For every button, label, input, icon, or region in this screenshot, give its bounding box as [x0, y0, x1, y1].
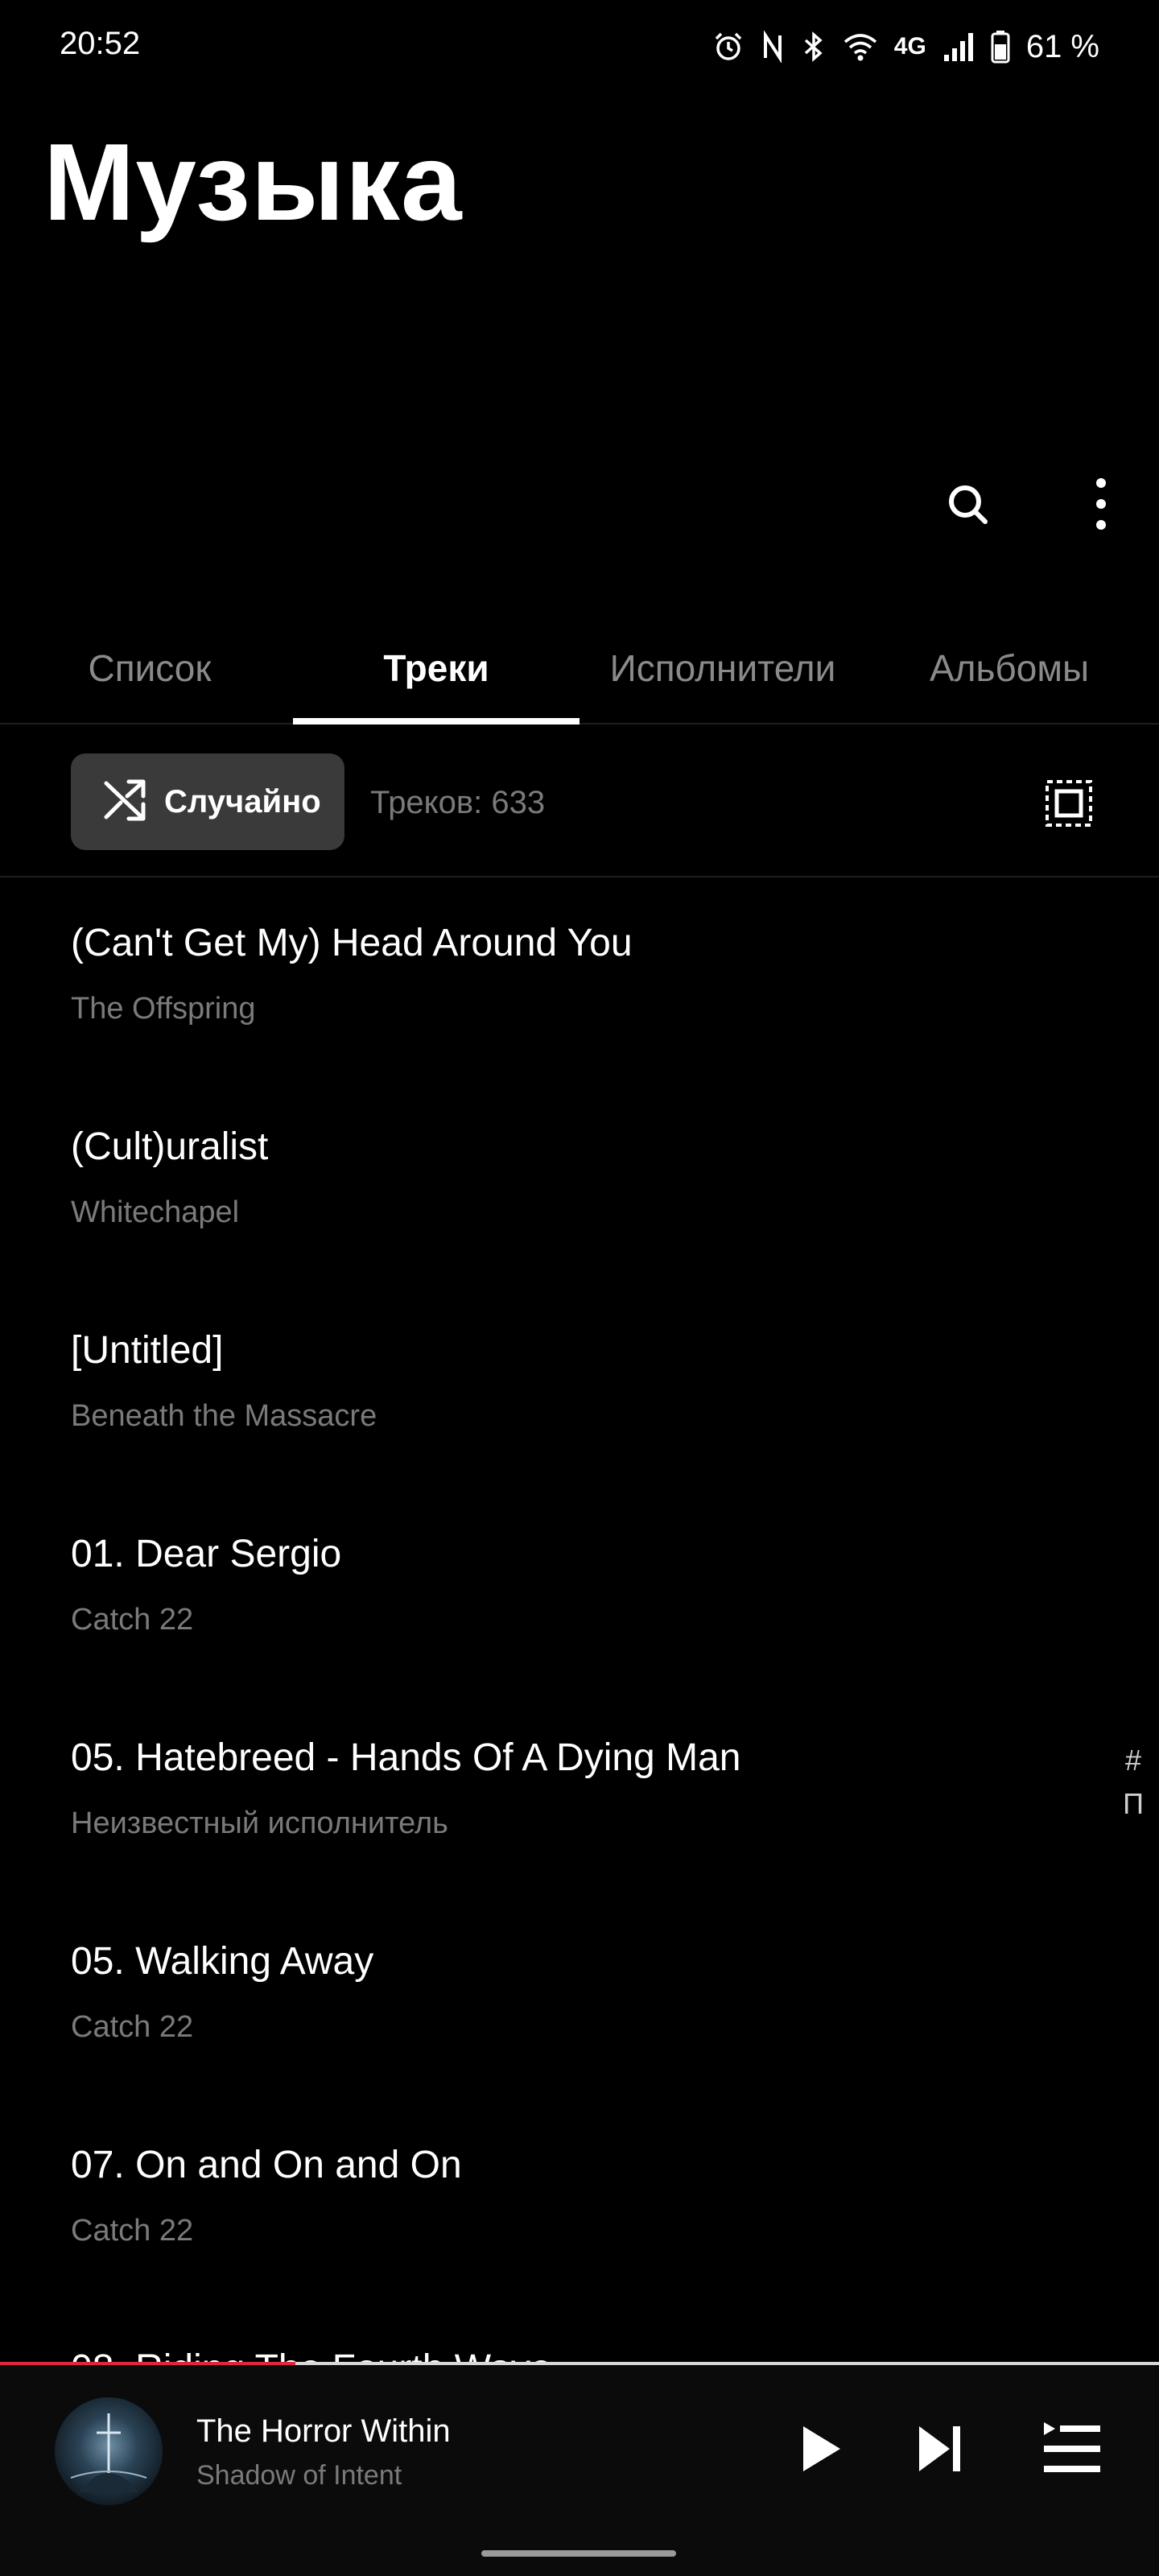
track-title: 05. Hatebreed - Hands Of A Dying Man — [71, 1736, 741, 1779]
queue-button[interactable] — [1032, 2410, 1112, 2491]
skip-next-icon — [916, 2423, 964, 2479]
header-actions — [837, 467, 1159, 544]
select-mode-button[interactable] — [1030, 766, 1107, 844]
status-time: 20:52 — [60, 26, 141, 61]
tab-bar: Список Треки Исполнители Альбомы — [0, 612, 1159, 724]
tab-albums[interactable]: Альбомы — [866, 612, 1153, 724]
track-list: (Can't Get My) Head Around You The Offsp… — [0, 879, 1159, 2362]
network-type: 4G — [893, 33, 926, 60]
skip-next-button[interactable] — [900, 2410, 980, 2491]
track-artist: Catch 22 — [71, 1603, 194, 1637]
alarm-icon — [712, 31, 744, 63]
track-count: Треков: 633 — [370, 785, 546, 820]
track-title: (Cult)uralist — [71, 1125, 269, 1168]
track-artist: Catch 22 — [71, 2010, 194, 2044]
more-options-button[interactable] — [1062, 467, 1140, 544]
track-row[interactable]: [Untitled] Beneath the Massacre — [0, 1286, 1095, 1490]
wifi-icon — [843, 31, 878, 63]
track-row[interactable]: (Cult)uralist Whitechapel — [0, 1083, 1095, 1286]
track-title: (Can't Get My) Head Around You — [71, 922, 633, 964]
now-playing-artist: Shadow of Intent — [196, 2460, 402, 2491]
track-row[interactable]: 05. Walking Away Catch 22 — [0, 1897, 1095, 2101]
page-title: Музыка — [43, 121, 463, 243]
track-title: [Untitled] — [71, 1329, 224, 1372]
alphabet-index[interactable]: # П — [1117, 1739, 1149, 1826]
playback-progress — [0, 2362, 1159, 2365]
track-artist: Beneath the Massacre — [71, 1399, 377, 1433]
shuffle-icon — [101, 777, 148, 828]
bluetooth-icon — [801, 31, 827, 63]
nfc-icon — [761, 31, 785, 63]
index-letter[interactable]: П — [1117, 1782, 1149, 1826]
tab-list[interactable]: Список — [6, 612, 293, 724]
playback-progress-fill — [0, 2362, 296, 2365]
track-title: 05. Walking Away — [71, 1940, 374, 1983]
track-row[interactable]: 08. Riding The Fourth Wave — [0, 2305, 1095, 2362]
play-button[interactable] — [781, 2410, 861, 2491]
play-icon — [798, 2423, 843, 2479]
track-title: 08. Riding The Fourth Wave — [71, 2347, 552, 2362]
queue-icon — [1042, 2421, 1102, 2481]
shuffle-button[interactable]: Случайно — [71, 753, 344, 850]
album-art[interactable] — [55, 2397, 163, 2505]
signal-icon — [942, 31, 975, 63]
active-tab-indicator — [293, 718, 580, 724]
status-icons: 4G 61 % — [712, 24, 1099, 69]
mini-player[interactable]: The Horror Within Shadow of Intent — [0, 2362, 1159, 2576]
track-row[interactable]: 05. Hatebreed - Hands Of A Dying Man Неи… — [0, 1694, 1095, 1897]
track-row[interactable]: 01. Dear Sergio Catch 22 — [0, 1490, 1095, 1694]
status-bar: 20:52 4G 61 % — [0, 0, 1159, 93]
search-button[interactable] — [929, 467, 1006, 544]
battery-percent: 61 % — [1025, 28, 1099, 64]
now-playing-title: The Horror Within — [196, 2413, 451, 2449]
track-artist: The Offspring — [71, 992, 256, 1026]
gesture-handle[interactable] — [481, 2550, 676, 2557]
track-artist: Whitechapel — [71, 1195, 240, 1229]
track-row[interactable]: 07. On and On and On Catch 22 — [0, 2101, 1095, 2305]
more-vertical-icon — [1093, 476, 1109, 536]
index-letter[interactable]: # — [1117, 1739, 1149, 1782]
shuffle-label: Случайно — [164, 783, 321, 819]
battery-icon — [991, 30, 1010, 64]
tab-tracks[interactable]: Треки — [293, 612, 580, 724]
track-row[interactable]: (Can't Get My) Head Around You The Offsp… — [0, 879, 1095, 1083]
track-artist: Catch 22 — [71, 2214, 194, 2248]
select-all-icon — [1044, 778, 1094, 832]
tab-artists[interactable]: Исполнители — [580, 612, 866, 724]
track-title: 01. Dear Sergio — [71, 1533, 342, 1575]
track-title: 07. On and On and On — [71, 2144, 462, 2186]
search-icon — [945, 481, 990, 530]
track-artist: Неизвестный исполнитель — [71, 1806, 448, 1840]
list-toolbar: Случайно Треков: 633 — [0, 724, 1159, 877]
